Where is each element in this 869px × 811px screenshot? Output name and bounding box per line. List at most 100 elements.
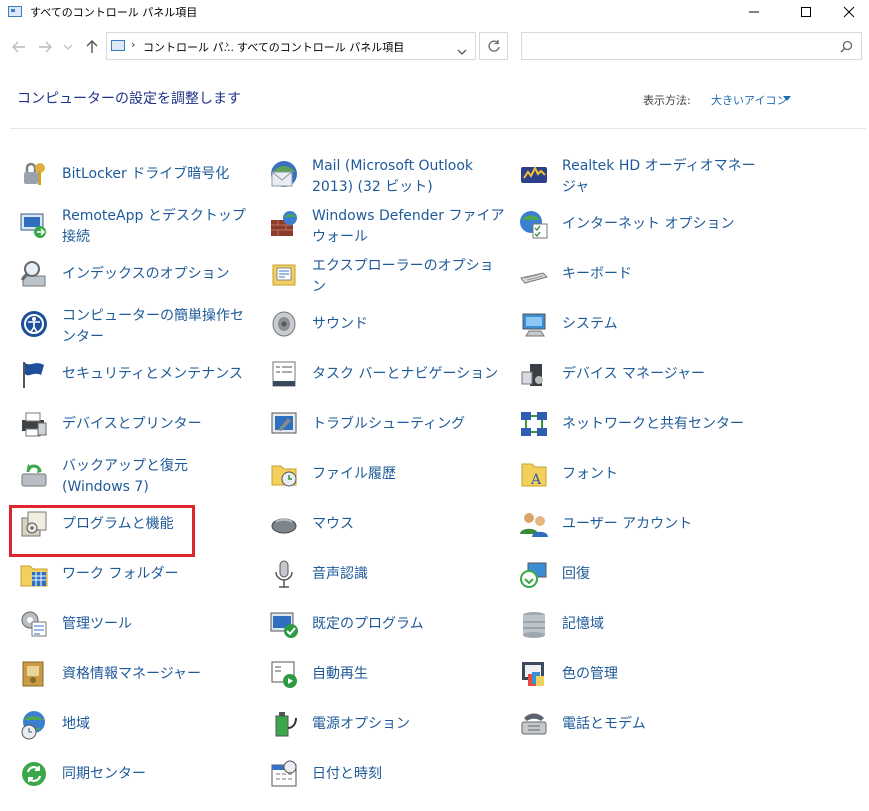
date-time-icon — [268, 758, 300, 790]
control-panel-item-label[interactable]: 自動再生 — [312, 664, 507, 685]
breadcrumb-chevron-icon[interactable]: › — [394, 38, 398, 51]
control-panel-item[interactable]: デバイス マネージャー — [518, 356, 758, 400]
control-panel-item[interactable]: 音声認識 — [268, 556, 508, 600]
control-panel-item-label[interactable]: 回復 — [562, 564, 757, 585]
control-panel-item[interactable]: 電話とモデム — [518, 706, 758, 750]
printer-icon — [18, 408, 50, 440]
autoplay-icon — [268, 658, 300, 690]
control-panel-item-label[interactable]: ワーク フォルダー — [62, 564, 257, 585]
control-panel-item-label[interactable]: 日付と時刻 — [312, 764, 507, 785]
control-panel-item-label[interactable]: デバイスとプリンター — [62, 414, 257, 435]
control-panel-item-label[interactable]: インターネット オプション — [562, 214, 757, 235]
remoteapp-icon — [18, 208, 50, 240]
close-icon — [843, 6, 855, 18]
control-panel-item-label[interactable]: 電源オプション — [312, 714, 507, 735]
control-panel-item[interactable]: 記憶域 — [518, 606, 758, 650]
control-panel-item-label[interactable]: システム — [562, 314, 757, 335]
search-input[interactable] — [521, 32, 862, 60]
address-dropdown-button[interactable] — [457, 41, 467, 60]
control-panel-item[interactable]: ファイル履歴 — [268, 456, 508, 500]
control-panel-item-label[interactable]: ネットワークと共有センター — [562, 414, 757, 435]
control-panel-item-label[interactable]: サウンド — [312, 314, 507, 335]
control-panel-item[interactable]: 電源オプション — [268, 706, 508, 750]
control-panel-item-label[interactable]: キーボード — [562, 264, 757, 285]
control-panel-item[interactable]: 日付と時刻 — [268, 756, 508, 800]
control-panel-item[interactable]: Mail (Microsoft Outlook 2013) (32 ビット) — [268, 156, 508, 200]
control-panel-item-label[interactable]: RemoteApp とデスクトップ接続 — [62, 206, 257, 248]
control-panel-item-label[interactable]: ファイル履歴 — [312, 464, 507, 485]
control-panel-item-label[interactable]: マウス — [312, 514, 507, 535]
breadcrumb-item[interactable]: コントロール パ... — [143, 39, 234, 55]
chevron-down-icon[interactable] — [783, 96, 791, 101]
control-panel-item[interactable]: コンピューターの簡単操作センター — [18, 306, 258, 350]
control-panel-item-label[interactable]: タスク バーとナビゲーション — [312, 364, 507, 385]
control-panel-item[interactable]: インデックスのオプション — [18, 256, 258, 300]
control-panel-item[interactable]: A フォント — [518, 456, 758, 500]
control-panel-item[interactable]: 既定のプログラム — [268, 606, 508, 650]
control-panel-item-label[interactable]: BitLocker ドライブ暗号化 — [62, 164, 257, 185]
control-panel-item-label[interactable]: Windows Defender ファイアウォール — [312, 206, 507, 248]
control-panel-item-label[interactable]: エクスプローラーのオプション — [312, 256, 507, 298]
fonts-icon: A — [518, 458, 550, 490]
control-panel-item[interactable]: Windows Defender ファイアウォール — [268, 206, 508, 250]
minimize-button[interactable] — [731, 0, 777, 24]
view-by-dropdown[interactable]: 大きいアイコン — [711, 92, 787, 108]
control-panel-item[interactable]: 回復 — [518, 556, 758, 600]
control-panel-item-label[interactable]: 地域 — [62, 714, 257, 735]
control-panel-item[interactable]: Realtek HD オーディオマネージャ — [518, 156, 758, 200]
control-panel-item-label[interactable]: ユーザー アカウント — [562, 514, 757, 535]
control-panel-item-label[interactable]: セキュリティとメンテナンス — [62, 364, 257, 385]
control-panel-item-label[interactable]: デバイス マネージャー — [562, 364, 757, 385]
control-panel-item[interactable]: ユーザー アカウント — [518, 506, 758, 550]
control-panel-item[interactable]: 資格情報マネージャー — [18, 656, 258, 700]
divider — [10, 128, 866, 129]
maximize-button[interactable] — [783, 0, 829, 24]
control-panel-item[interactable]: 自動再生 — [268, 656, 508, 700]
breadcrumb-chevron-icon[interactable]: › — [225, 38, 229, 51]
control-panel-item[interactable]: キーボード — [518, 256, 758, 300]
control-panel-item-label[interactable]: 電話とモデム — [562, 714, 757, 735]
refresh-button[interactable] — [479, 32, 508, 60]
control-panel-item[interactable]: 地域 — [18, 706, 258, 750]
up-button[interactable] — [83, 38, 101, 56]
control-panel-item[interactable]: システム — [518, 306, 758, 350]
forward-button[interactable] — [36, 38, 54, 56]
control-panel-item[interactable]: デバイスとプリンター — [18, 406, 258, 450]
back-button[interactable] — [10, 38, 28, 56]
control-panel-item[interactable]: エクスプローラーのオプション — [268, 256, 508, 300]
control-panel-item-label[interactable]: 管理ツール — [62, 614, 257, 635]
close-button[interactable] — [826, 0, 869, 24]
control-panel-item-label[interactable]: インデックスのオプション — [62, 264, 257, 285]
control-panel-item[interactable]: RemoteApp とデスクトップ接続 — [18, 206, 258, 250]
control-panel-item-label[interactable]: トラブルシューティング — [312, 414, 507, 435]
control-panel-item-label[interactable]: バックアップと復元 (Windows 7) — [62, 456, 257, 498]
control-panel-item[interactable]: タスク バーとナビゲーション — [268, 356, 508, 400]
control-panel-item[interactable]: サウンド — [268, 306, 508, 350]
control-panel-item-label[interactable]: 資格情報マネージャー — [62, 664, 257, 685]
control-panel-item[interactable]: BitLocker ドライブ暗号化 — [18, 156, 258, 200]
control-panel-item-label[interactable]: 既定のプログラム — [312, 614, 507, 635]
control-panel-item[interactable]: インターネット オプション — [518, 206, 758, 250]
recent-locations-button[interactable] — [62, 38, 74, 56]
control-panel-item-label[interactable]: 同期センター — [62, 764, 257, 785]
control-panel-item[interactable]: バックアップと復元 (Windows 7) — [18, 456, 258, 500]
control-panel-item-label[interactable]: 音声認識 — [312, 564, 507, 585]
control-panel-item[interactable]: 管理ツール — [18, 606, 258, 650]
control-panel-item-label[interactable]: Realtek HD オーディオマネージャ — [562, 156, 757, 198]
address-bar[interactable]: › コントロール パ... › すべてのコントロール パネル項目 › — [106, 32, 476, 60]
user-accounts-icon — [518, 508, 550, 540]
breadcrumb-item[interactable]: すべてのコントロール パネル項目 — [237, 39, 404, 55]
control-panel-item-label[interactable]: 色の管理 — [562, 664, 757, 685]
control-panel-item-label[interactable]: コンピューターの簡単操作センター — [62, 306, 257, 348]
control-panel-item[interactable]: セキュリティとメンテナンス — [18, 356, 258, 400]
control-panel-item-label[interactable]: Mail (Microsoft Outlook 2013) (32 ビット) — [312, 156, 507, 198]
control-panel-item[interactable]: 同期センター — [18, 756, 258, 800]
control-panel-item[interactable]: マウス — [268, 506, 508, 550]
control-panel-item-label[interactable]: 記憶域 — [562, 614, 757, 635]
control-panel-item[interactable]: トラブルシューティング — [268, 406, 508, 450]
breadcrumb-chevron-icon[interactable]: › — [131, 38, 135, 51]
control-panel-item[interactable]: ワーク フォルダー — [18, 556, 258, 600]
control-panel-item-label[interactable]: フォント — [562, 464, 757, 485]
control-panel-item[interactable]: 色の管理 — [518, 656, 758, 700]
control-panel-item[interactable]: ネットワークと共有センター — [518, 406, 758, 450]
